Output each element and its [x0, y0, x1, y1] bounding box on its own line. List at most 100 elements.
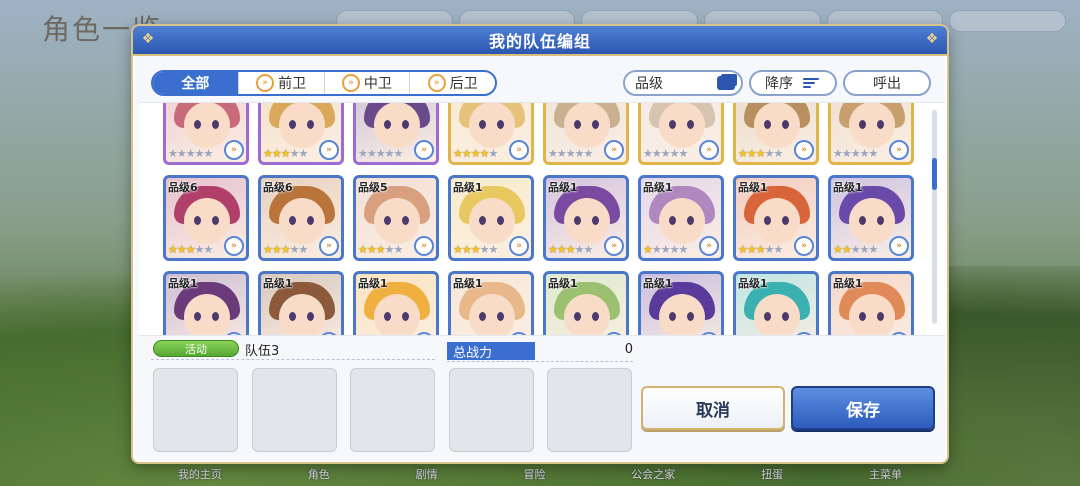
position-arrow-icon: » [604, 140, 624, 160]
character-card[interactable]: ★★★★★» [448, 103, 534, 165]
position-arrow-icon: » [224, 236, 244, 256]
tab-midguard[interactable]: » 中卫 [325, 72, 411, 94]
character-card[interactable]: 品级1★★★★★» [448, 271, 534, 335]
star-icon: ★ [643, 243, 653, 256]
window-stack-icon [717, 76, 735, 90]
character-card[interactable]: 品级6 ★★★★★» [258, 175, 344, 261]
character-card[interactable]: ★★★★★» [543, 103, 629, 165]
character-card[interactable]: 品级1★★★★★» [638, 175, 724, 261]
character-card[interactable]: 品级1★★★★★» [733, 175, 819, 261]
star-icon: ★ [176, 243, 187, 256]
character-face [659, 198, 705, 244]
star-icon: ★ [669, 147, 680, 160]
star-rating: ★★★★★ [168, 243, 213, 256]
cancel-button[interactable]: 取消 [641, 386, 785, 430]
character-card[interactable]: 品级1★★★★★» [353, 271, 439, 335]
star-icon: ★ [833, 147, 843, 160]
position-arrow-icon: » [224, 140, 244, 160]
star-icon: ★ [298, 147, 309, 160]
character-face [279, 294, 325, 335]
character-card[interactable]: 品级1★★★★★» [638, 271, 724, 335]
team-slot-3[interactable] [350, 368, 435, 452]
tab-all[interactable]: 全部 [153, 72, 239, 94]
character-card[interactable]: ★★★★★» [638, 103, 724, 165]
star-icon: ★ [470, 147, 481, 160]
position-arrow-icon: » [341, 74, 360, 92]
star-icon: ★ [358, 147, 368, 160]
tab-vanguard[interactable]: » 前卫 [239, 72, 325, 94]
character-card[interactable]: 品级1★★★★★» [448, 175, 534, 261]
star-icon: ★ [298, 243, 309, 256]
character-roster[interactable]: ★★★★★» ★★★★★» ★★★★★» ★★★★★» ★★★★★» ★★★★★» ★★★★… [139, 102, 945, 336]
team-slot-1[interactable] [153, 368, 238, 452]
tab-rearguard[interactable]: » 后卫 [410, 72, 495, 94]
star-icon: ★ [651, 147, 662, 160]
character-card[interactable]: 品级1★★★★★» [258, 271, 344, 335]
sort-lines-icon [803, 78, 819, 88]
star-icon: ★ [833, 243, 843, 256]
star-icon: ★ [764, 147, 775, 160]
team-slot-2[interactable] [252, 368, 337, 452]
position-arrow-icon: » [699, 236, 719, 256]
position-arrow-icon: » [794, 140, 814, 160]
roster-scrollbar[interactable] [932, 110, 937, 324]
character-rank: 品级1 [643, 181, 673, 194]
save-button[interactable]: 保存 [791, 386, 935, 430]
team-slot-4[interactable] [449, 368, 534, 452]
star-icon: ★ [271, 147, 282, 160]
star-icon: ★ [366, 147, 377, 160]
star-rating: ★★★★★ [833, 243, 878, 256]
star-icon: ★ [859, 147, 870, 160]
character-card[interactable]: 品级1★★★★★» [543, 175, 629, 261]
star-icon: ★ [841, 147, 852, 160]
character-card[interactable]: ★★★★★» [163, 103, 249, 165]
character-rank: 品级1 [263, 277, 293, 290]
character-rank: 品级1 [168, 277, 198, 290]
character-face [564, 294, 610, 335]
star-icon: ★ [556, 147, 567, 160]
star-icon: ★ [773, 147, 784, 160]
character-rank: 品级1 [738, 277, 768, 290]
character-card[interactable]: 品级1★★★★★» [733, 271, 819, 335]
position-arrow-icon: » [414, 140, 434, 160]
star-icon: ★ [366, 243, 377, 256]
character-face [469, 103, 515, 148]
position-arrow-icon: » [319, 332, 339, 335]
star-icon: ★ [488, 243, 499, 256]
call-preset-button[interactable]: 呼出 [843, 70, 931, 96]
character-face [564, 103, 610, 148]
character-card[interactable]: 品级5 ★★★★★» [353, 175, 439, 261]
character-card[interactable]: 品级1★★★★★» [828, 175, 914, 261]
star-icon: ★ [453, 147, 463, 160]
character-card[interactable]: 品级6 ★★★★★» [163, 175, 249, 261]
character-rank: 品级1 [643, 277, 673, 290]
character-card[interactable]: ★★★★★» [733, 103, 819, 165]
star-icon: ★ [678, 243, 689, 256]
character-face [279, 198, 325, 244]
position-arrow-icon: » [224, 332, 244, 335]
character-card[interactable]: 品级1★★★★★» [543, 271, 629, 335]
sort-order-label: 降序 [765, 76, 793, 92]
star-icon: ★ [289, 147, 300, 160]
character-card[interactable]: 品级1★★★★★» [828, 271, 914, 335]
team-slot-5[interactable] [547, 368, 632, 452]
character-face [374, 103, 420, 148]
character-rank: 品级6 [263, 181, 293, 194]
sort-order-button[interactable]: 降序 [749, 70, 837, 96]
star-icon: ★ [660, 243, 671, 256]
character-card[interactable]: ★★★★★» [828, 103, 914, 165]
position-arrow-icon: » [414, 236, 434, 256]
character-face [754, 103, 800, 148]
sort-key-select[interactable]: 品级 [623, 70, 743, 96]
scrollbar-thumb[interactable] [932, 158, 937, 190]
star-icon: ★ [461, 147, 472, 160]
character-card[interactable]: ★★★★★» [353, 103, 439, 165]
star-icon: ★ [850, 147, 861, 160]
character-card[interactable]: 品级1★★★★★» [163, 271, 249, 335]
star-icon: ★ [185, 147, 196, 160]
character-rank: 品级1 [833, 181, 863, 194]
character-face [564, 198, 610, 244]
character-card[interactable]: ★★★★★» [258, 103, 344, 165]
star-icon: ★ [643, 147, 653, 160]
star-icon: ★ [358, 243, 368, 256]
